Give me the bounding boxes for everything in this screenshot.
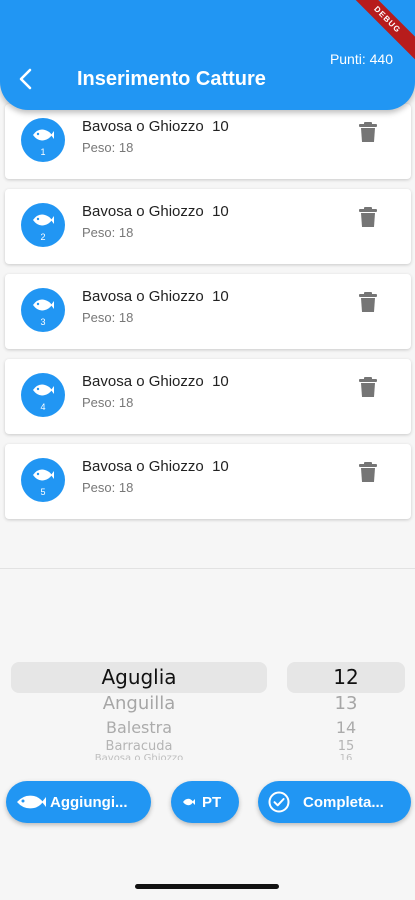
trash-icon[interactable] [358,206,378,228]
fish-icon [33,469,54,481]
species-option[interactable]: Bavosa o Ghiozzo [11,753,267,760]
list-item: 2 Bavosa o Ghiozzo 10 Peso: 18 [5,189,411,264]
catch-number: 4 [40,402,46,412]
back-arrow-icon[interactable] [14,66,40,92]
fish-icon [183,798,195,806]
weight-option[interactable]: 13 [287,693,405,714]
avatar: 5 [21,458,65,502]
page-title: Inserimento Catture [77,68,266,90]
catch-weight: Peso: 18 [82,225,134,240]
catch-title: Bavosa o Ghiozzo 10 [82,203,229,220]
species-option[interactable]: Barracuda [11,739,267,754]
app-bar: DEBUG Punti: 440 Inserimento Catture [0,0,415,110]
fish-icon [33,384,54,396]
points-label: Punti: 440 [329,51,393,67]
list-item: 3 Bavosa o Ghiozzo 10 Peso: 18 [5,274,411,349]
add-catch-button[interactable]: Aggiungi... [6,781,151,823]
list-item: 4 Bavosa o Ghiozzo 10 Peso: 18 [5,359,411,434]
list-item: 5 Bavosa o Ghiozzo 10 Peso: 18 [5,444,411,519]
home-indicator [135,884,279,889]
complete-button[interactable]: Completa... [258,781,411,823]
catch-title: Bavosa o Ghiozzo 10 [82,118,229,135]
divider [0,568,415,569]
fish-icon [33,299,54,311]
trash-icon[interactable] [358,461,378,483]
weight-option[interactable]: 12 [287,665,405,689]
avatar: 3 [21,288,65,332]
trash-icon[interactable] [358,121,378,143]
catch-title: Bavosa o Ghiozzo 10 [82,458,229,475]
trash-icon[interactable] [358,376,378,398]
fish-icon [17,795,46,809]
pt-button[interactable]: PT [171,781,239,823]
catch-weight: Peso: 18 [82,480,134,495]
avatar: 4 [21,373,65,417]
avatar: 1 [21,118,65,162]
add-catch-label: Aggiungi... [50,794,128,811]
complete-label: Completa... [303,794,384,811]
species-option[interactable]: Anguilla [11,693,267,714]
catch-title: Bavosa o Ghiozzo 10 [82,373,229,390]
catch-number: 1 [40,147,46,157]
weight-option[interactable]: 14 [287,718,405,737]
trash-icon[interactable] [358,291,378,313]
pt-label: PT [202,794,222,811]
list-item: 1 Bavosa o Ghiozzo 10 Peso: 18 [5,104,411,179]
species-option[interactable]: Aguglia [11,665,267,689]
fish-icon [33,129,54,141]
catch-title: Bavosa o Ghiozzo 10 [82,288,229,305]
avatar: 2 [21,203,65,247]
catch-weight: Peso: 18 [82,395,134,410]
species-option[interactable]: Balestra [11,718,267,737]
catch-weight: Peso: 18 [82,140,134,155]
catch-number: 5 [40,487,46,497]
check-circle-icon [268,791,290,813]
catch-number: 3 [40,317,46,327]
weight-option[interactable]: 16 [287,753,405,760]
fish-icon [33,214,54,226]
catch-number: 2 [40,232,46,242]
catch-weight: Peso: 18 [82,310,134,325]
weight-option[interactable]: 15 [287,739,405,754]
